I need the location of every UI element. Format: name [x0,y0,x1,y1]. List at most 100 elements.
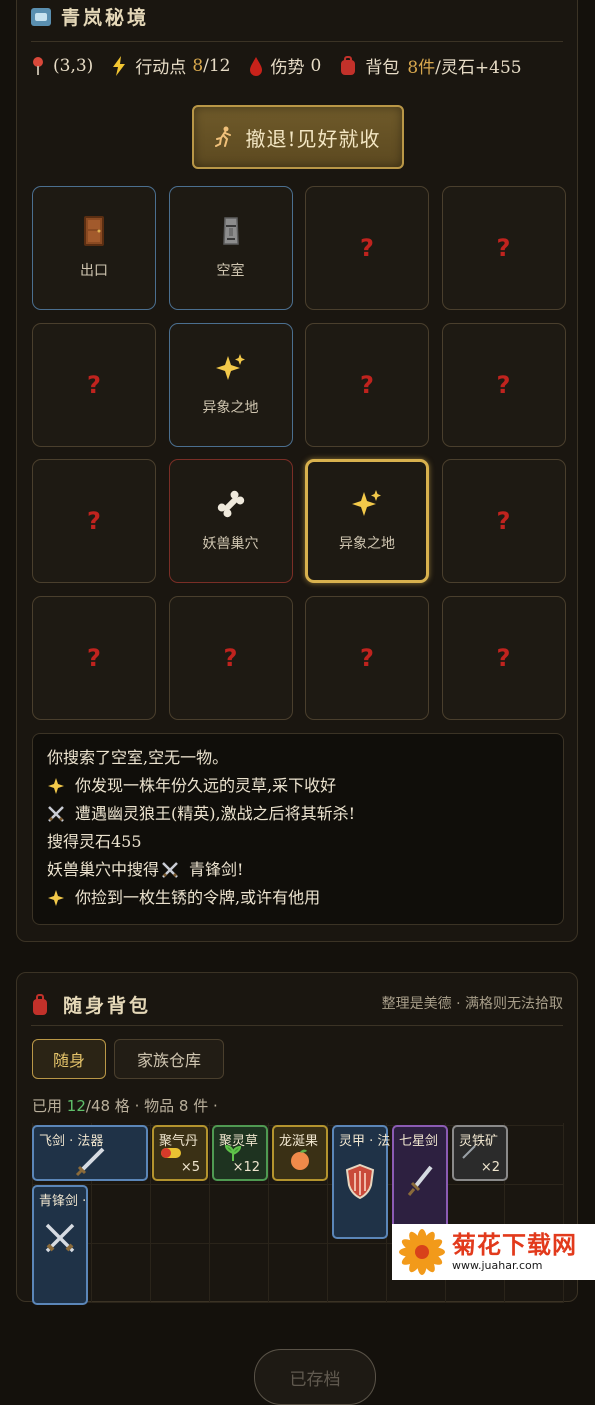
injury-value: 0 [310,55,322,76]
room-cell-unknown[interactable]: ? [168,595,293,720]
event-log: 你搜索了空室,空无一物。 你发现一株年份久远的灵草,采下收好 遭遇幽灵狼王(精英… [32,733,564,925]
room-cell-exit[interactable]: 出口 [32,186,156,310]
question-mark-icon: ? [496,643,511,672]
moai-icon [220,216,242,250]
question-mark-icon: ? [496,370,511,399]
inventory-item[interactable]: 飞剑 · 法器 [32,1125,148,1181]
shield-icon [334,1163,386,1199]
room-cell-unknown[interactable]: ? [441,595,566,720]
realm-header: 青岚秘境 [31,3,149,30]
room-cell-lair[interactable]: 妖兽巢穴 [168,459,293,583]
room-label: 空室 [216,263,245,279]
room-cell-anomaly[interactable]: 异象之地 [168,322,293,447]
coords-value: (3,3) [53,55,94,76]
room-cell-unknown[interactable]: ? [305,322,429,447]
bag-stat: 背包 8件 /灵石+455 [339,53,522,78]
question-mark-icon: ? [87,507,101,535]
sparkles-icon [215,353,246,387]
watermark-url: www.juahar.com [452,1259,543,1272]
inventory-item[interactable]: 灵铁矿 ×2 [452,1125,508,1181]
action-points-label: 行动点 [135,58,187,78]
room-grid: 出口 空室??? 异象之地??? 妖兽巢穴 异象之地????? [32,186,566,720]
pin-icon [33,56,43,75]
question-mark-icon: ? [87,643,101,672]
map-icon [31,7,51,26]
herb-icon [214,1145,266,1161]
log-line: 你捡到一枚生锈的令牌,或许有他用 [47,884,549,912]
inventory-item[interactable]: 聚灵草 ×12 [212,1125,268,1181]
dagger-icon [394,1163,446,1199]
question-mark-icon: ? [496,507,511,535]
bone-icon [216,489,246,523]
crossed-swords-icon [34,1221,86,1255]
inventory-item[interactable]: 龙涎果 [272,1125,328,1181]
room-label: 妖兽巢穴 [202,536,259,552]
bag-hint: 整理是美德 · 满格则无法拾取 [381,996,563,1012]
inventory-item[interactable]: 灵甲 · 法 [332,1125,390,1239]
log-line: 你发现一株年份久远的灵草,采下收好 [47,772,549,800]
room-cell-empty[interactable]: 空室 [168,186,293,310]
question-mark-icon: ? [87,370,101,399]
sparkles-icon [352,489,382,523]
room-cell-unknown[interactable]: ? [32,595,156,720]
retreat-button-label: 撤退!见好就收 [245,126,381,151]
room-cell-current[interactable]: 异象之地 [305,459,429,583]
bag-items-count: 8件 [407,58,436,78]
sparkles-icon [47,777,69,795]
question-mark-icon: ? [360,370,374,399]
log-line: 妖兽巢穴中搜得 青锋剑! [47,860,244,879]
peach-icon [274,1147,326,1171]
bag-header: 随身背包 [31,991,151,1018]
flower-logo-icon [399,1229,445,1275]
room-cell-unknown[interactable]: ? [305,186,429,310]
room-cell-unknown[interactable]: ? [441,459,566,583]
action-points-value: 8 [192,55,204,76]
tab-personal[interactable]: 随身 [32,1039,106,1079]
pill-icon [154,1145,206,1161]
bag-tabs: 随身 家族仓库 [32,1039,224,1079]
tab-family-storage[interactable]: 家族仓库 [114,1039,224,1079]
inventory-item[interactable]: 聚气丹 ×5 [152,1125,208,1181]
blood-drop-icon [249,56,262,76]
room-cell-unknown[interactable]: ? [32,322,156,447]
log-line: 你搜索了空室,空无一物。 [47,748,229,767]
bag-usage: 已用 12/48 格 · 物品 8 件 · [32,1097,218,1115]
room-cell-unknown[interactable]: ? [441,322,566,447]
watermark-logo: 菊花下载网 www.juahar.com [392,1224,595,1280]
injury-stat: 伤势 0 [249,53,322,78]
bag-stones: /灵石+455 [435,58,522,78]
question-mark-icon: ? [360,643,374,672]
room-cell-unknown[interactable]: ? [441,186,566,310]
room-cell-unknown[interactable]: ? [305,595,429,720]
log-line: 搜得灵石455 [47,832,142,851]
room-cell-unknown[interactable]: ? [32,459,156,583]
log-line: 遭遇幽灵狼王(精英),激战之后将其斩杀! [47,800,549,828]
divider [31,41,563,42]
question-mark-icon: ? [496,234,511,262]
saved-indicator: 已存档 [254,1349,376,1405]
divider [31,1025,563,1026]
status-bar: (3,3) 行动点 8 /12 伤势 0 背包 8件 /灵石+455 [31,53,522,78]
coords-stat: (3,3) [31,56,93,76]
slots-total: /48 格 [85,1097,130,1115]
crossed-swords-icon [47,805,69,823]
realm-panel: 青岚秘境 (3,3) 行动点 8 /12 伤势 0 背包 8件 /灵石+455 … [16,0,578,942]
realm-title: 青岚秘境 [61,7,150,29]
backpack-icon [341,55,356,75]
action-points-max: /12 [203,55,231,76]
item-count: · 物品 8 件 · [134,1097,218,1115]
lightning-icon [113,55,126,76]
door-icon [83,216,105,250]
bag-label: 背包 [365,58,400,78]
crossed-swords-icon [161,861,183,879]
inventory-item[interactable]: 青锋剑 · [32,1185,88,1305]
ore-icon [454,1145,506,1159]
bag-title: 随身背包 [63,995,152,1017]
action-points-stat: 行动点 8 /12 [111,53,231,78]
inventory-item[interactable]: 七星剑 [392,1125,448,1239]
sparkles-icon [47,889,69,907]
question-mark-icon: ? [223,643,238,672]
retreat-button[interactable]: 撤退!见好就收 [192,105,404,169]
watermark-name: 菊花下载网 [452,1231,577,1259]
room-label: 异象之地 [339,536,395,552]
